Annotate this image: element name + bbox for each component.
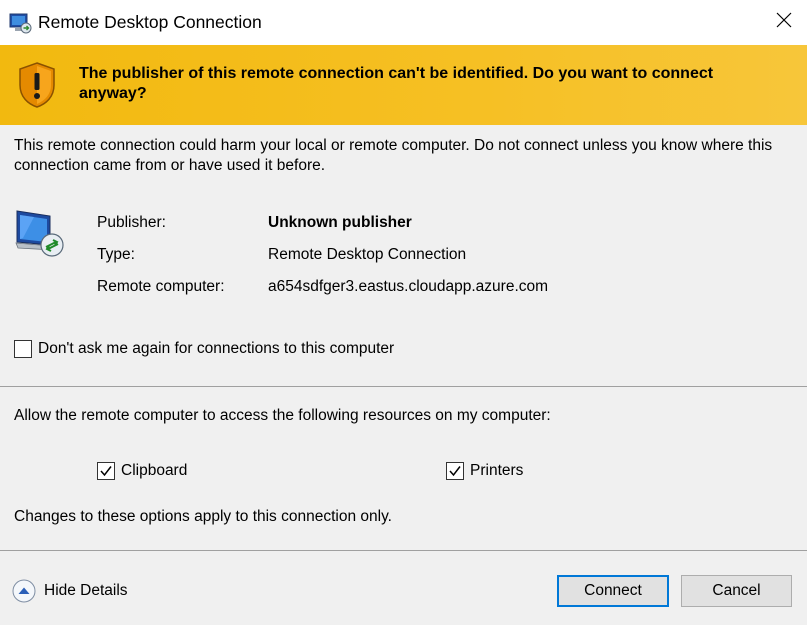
type-label: Type: — [97, 246, 135, 263]
publisher-label: Publisher: — [97, 214, 166, 231]
remote-computer-label: Remote computer: — [97, 278, 225, 295]
remote-computer-value: a654sdfger3.eastus.cloudapp.azure.com — [268, 278, 549, 295]
resources-note: Changes to these options apply to this c… — [14, 508, 392, 525]
clipboard-label[interactable]: Clipboard — [121, 462, 187, 480]
printers-label[interactable]: Printers — [470, 462, 523, 480]
close-button[interactable] — [761, 0, 807, 45]
chevron-up-icon[interactable] — [12, 579, 36, 603]
cancel-button[interactable]: Cancel — [681, 575, 792, 607]
printers-checkbox[interactable] — [446, 462, 464, 480]
close-icon — [776, 12, 792, 33]
type-value: Remote Desktop Connection — [268, 246, 467, 263]
check-icon — [100, 466, 112, 477]
dont-ask-label[interactable]: Don't ask me again for connections to th… — [38, 340, 394, 358]
window-title: Remote Desktop Connection — [38, 12, 262, 32]
banner-text: The publisher of this remote connection … — [79, 65, 714, 102]
check-icon — [449, 466, 461, 477]
resources-heading: Allow the remote computer to access the … — [14, 407, 551, 424]
connect-button[interactable]: Connect — [557, 575, 669, 607]
warning-banner: The publisher of this remote connection … — [0, 45, 807, 125]
rdp-app-icon — [9, 11, 33, 35]
publisher-value: Unknown publisher — [268, 214, 412, 231]
resources-panel: Allow the remote computer to access the … — [0, 387, 807, 550]
details-panel: This remote connection could harm your l… — [0, 125, 807, 387]
warning-text: This remote connection could harm your l… — [14, 137, 773, 174]
warning-shield-icon — [16, 61, 58, 109]
dont-ask-checkbox[interactable] — [14, 340, 32, 358]
remote-monitor-icon — [14, 209, 66, 259]
title-bar: Remote Desktop Connection — [0, 0, 807, 45]
hide-details-link[interactable]: Hide Details — [44, 582, 128, 600]
clipboard-checkbox[interactable] — [97, 462, 115, 480]
